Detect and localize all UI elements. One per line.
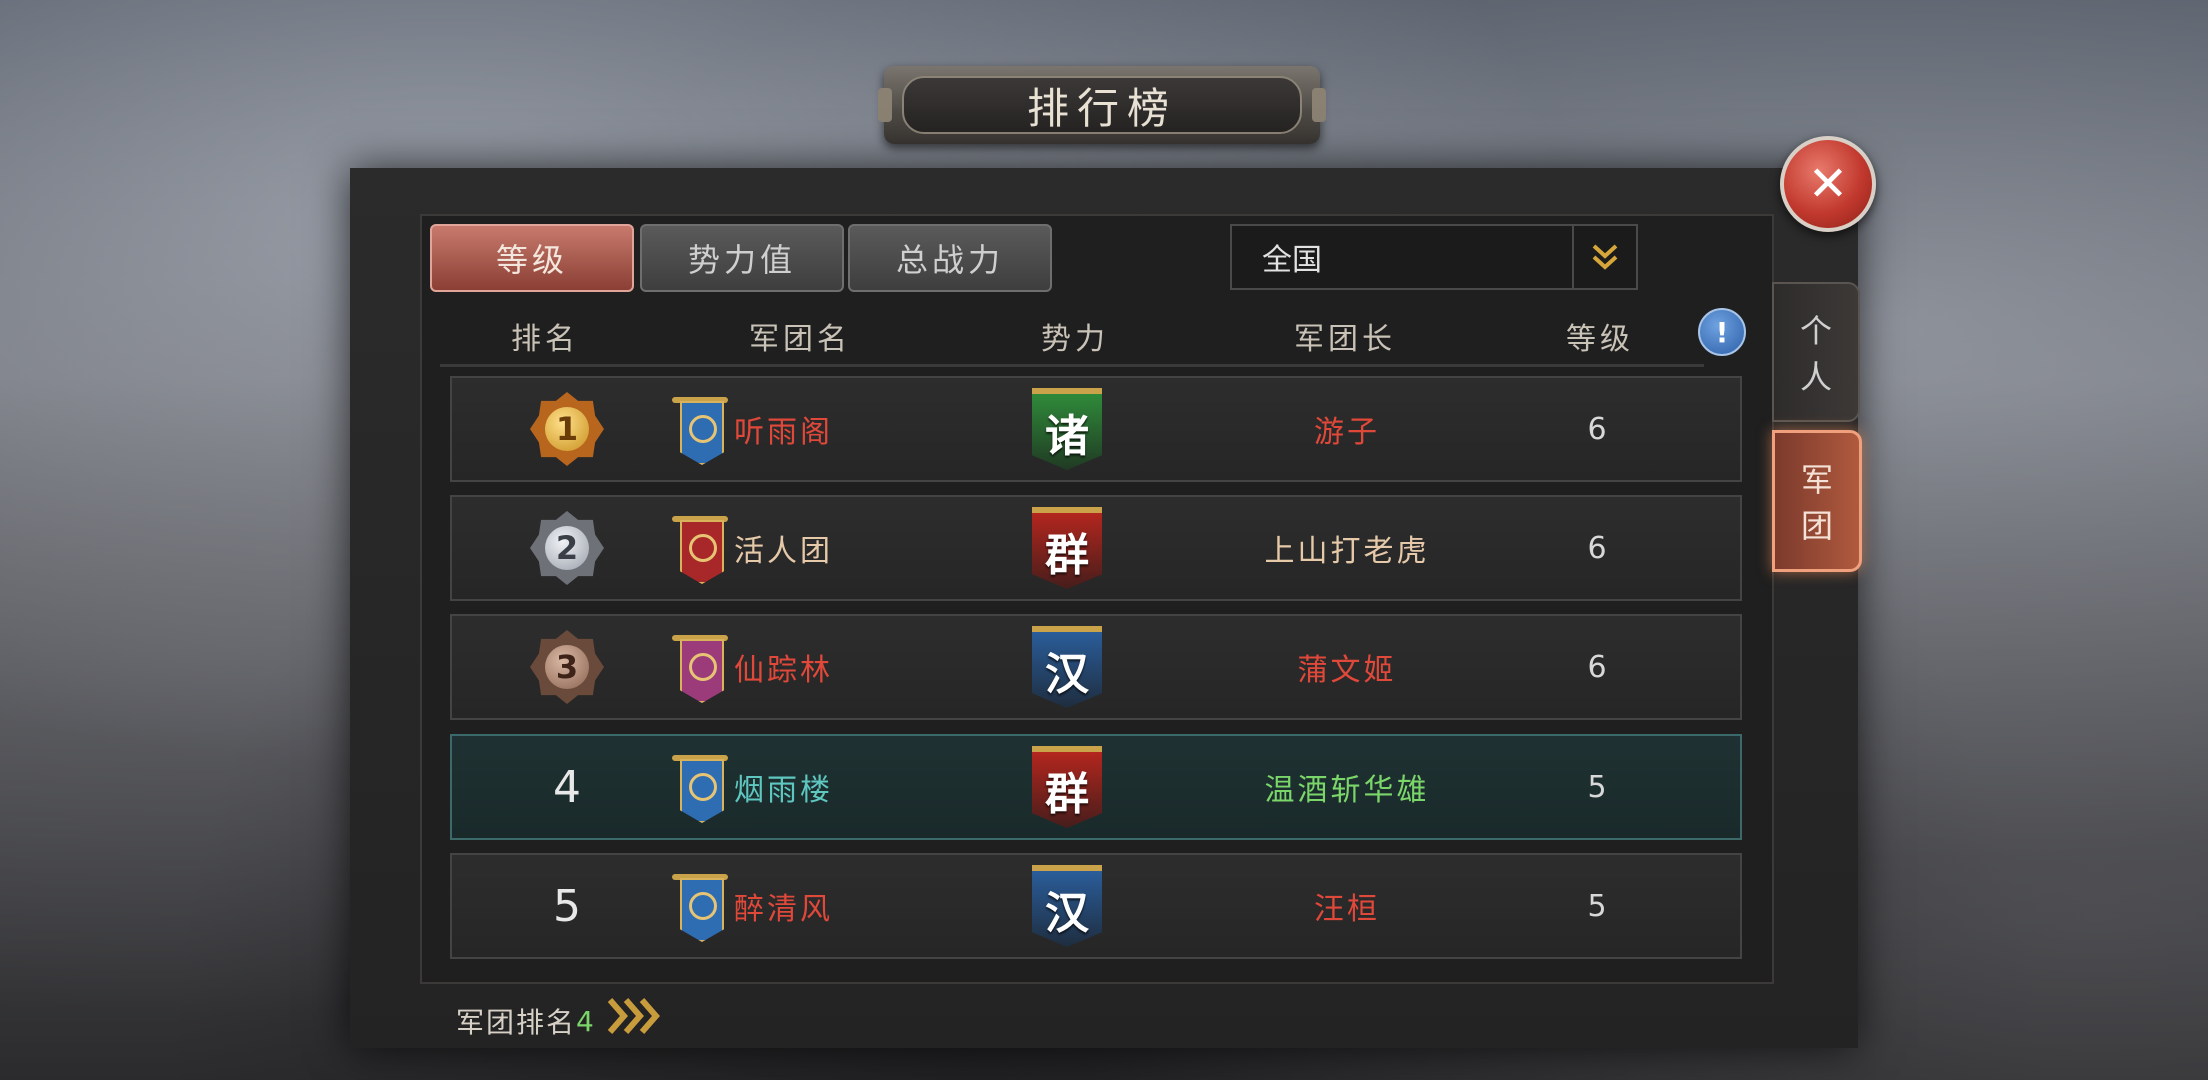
table-row[interactable]: 2 活人团 群 上山打老虎 6 xyxy=(450,495,1742,601)
rank-cell: 5 xyxy=(492,855,642,957)
side-tab-label: 个 xyxy=(1799,312,1832,350)
faction-cell: 群 xyxy=(992,497,1142,599)
legion-name: 醉清风 xyxy=(734,892,833,927)
legion-name: 活人团 xyxy=(734,534,833,569)
legion-cell: 醉清风 xyxy=(672,855,932,957)
tab-level[interactable]: 等级 xyxy=(430,224,634,292)
bronze-medal-icon: 3 xyxy=(530,630,604,704)
legion-name: 仙踪林 xyxy=(734,653,833,688)
header-leader: 军团长 xyxy=(1294,322,1396,357)
tab-total-power[interactable]: 总战力 xyxy=(848,224,1052,292)
chevron-right-icon[interactable] xyxy=(606,996,662,1046)
legion-rank-footer: 军团排名 4 xyxy=(456,996,662,1046)
side-tab-label: 军 xyxy=(1800,461,1833,499)
level-value: 6 xyxy=(1587,411,1607,447)
legion-name: 听雨阁 xyxy=(734,415,833,450)
close-icon: ✕ xyxy=(1807,156,1849,212)
leader-name: 温酒斩华雄 xyxy=(1264,773,1430,808)
chevron-down-icon[interactable] xyxy=(1572,226,1636,288)
legion-cell: 活人团 xyxy=(672,497,932,599)
faction-banner: 群 xyxy=(1032,507,1102,589)
region-select-value: 全国 xyxy=(1262,243,1322,278)
rank-cell: 2 xyxy=(492,497,642,599)
legion-banner-icon xyxy=(672,631,728,703)
tab-influence[interactable]: 势力值 xyxy=(640,224,844,292)
legion-banner-icon xyxy=(672,870,728,942)
leader-name: 蒲文姬 xyxy=(1297,653,1397,688)
page-title: 排行榜 xyxy=(902,76,1302,134)
table-row[interactable]: 3 仙踪林 汉 蒲文姬 6 xyxy=(450,614,1742,720)
side-tab-personal[interactable]: 个 人 xyxy=(1772,282,1860,422)
rank-number: 2 xyxy=(545,526,589,570)
rank-cell: 4 xyxy=(492,736,642,838)
faction-cell: 汉 xyxy=(992,855,1142,957)
legion-banner-icon xyxy=(672,512,728,584)
title-ornament-left xyxy=(878,88,892,122)
legion-rank-label: 军团排名 xyxy=(456,1006,577,1039)
faction-cell: 群 xyxy=(992,736,1142,838)
header-level: 等级 xyxy=(1566,322,1634,357)
header-faction: 势力 xyxy=(1041,322,1109,357)
legion-banner-icon xyxy=(672,751,728,823)
title-ornament-right xyxy=(1312,88,1326,122)
faction-banner: 群 xyxy=(1032,746,1102,828)
rank-number: 3 xyxy=(545,645,589,689)
level-value: 6 xyxy=(1587,530,1607,566)
leader-name: 游子 xyxy=(1314,415,1380,450)
leader-name: 上山打老虎 xyxy=(1264,534,1430,569)
header-divider xyxy=(440,364,1704,367)
faction-banner: 诸 xyxy=(1032,388,1102,470)
level-value: 6 xyxy=(1587,649,1607,685)
rank-number: 1 xyxy=(545,407,589,451)
side-tab-legion[interactable]: 军 团 xyxy=(1772,430,1862,572)
rank-number: 5 xyxy=(553,880,581,932)
faction-banner: 汉 xyxy=(1032,865,1102,947)
faction-cell: 汉 xyxy=(992,616,1142,718)
table-row[interactable]: 1 听雨阁 诸 游子 6 xyxy=(450,376,1742,482)
region-select[interactable]: 全国 xyxy=(1230,224,1638,290)
table-row[interactable]: 4 烟雨楼 群 温酒斩华雄 5 xyxy=(450,734,1742,840)
faction-cell: 诸 xyxy=(992,378,1142,480)
silver-medal-icon: 2 xyxy=(530,511,604,585)
leader-name: 汪桓 xyxy=(1314,892,1380,927)
rank-cell: 1 xyxy=(492,378,642,480)
close-button[interactable]: ✕ xyxy=(1780,136,1876,232)
gold-medal-icon: 1 xyxy=(530,392,604,466)
info-icon[interactable]: ! xyxy=(1698,308,1746,356)
table-row[interactable]: 5 醉清风 汉 汪桓 5 xyxy=(450,853,1742,959)
legion-banner-icon xyxy=(672,393,728,465)
legion-cell: 听雨阁 xyxy=(672,378,932,480)
legion-cell: 仙踪林 xyxy=(672,616,932,718)
legion-cell: 烟雨楼 xyxy=(672,736,932,838)
side-tab-label: 人 xyxy=(1799,358,1832,396)
level-value: 5 xyxy=(1587,888,1607,924)
title-plaque: 排行榜 xyxy=(878,66,1326,144)
level-value: 5 xyxy=(1587,769,1607,805)
rank-cell: 3 xyxy=(492,616,642,718)
header-rank: 排名 xyxy=(511,322,579,357)
rank-number: 4 xyxy=(553,761,581,813)
header-legion: 军团名 xyxy=(749,322,851,357)
legion-name: 烟雨楼 xyxy=(734,773,833,808)
faction-banner: 汉 xyxy=(1032,626,1102,708)
legion-rank-value: 4 xyxy=(576,1004,596,1038)
side-tab-label: 团 xyxy=(1800,507,1833,545)
